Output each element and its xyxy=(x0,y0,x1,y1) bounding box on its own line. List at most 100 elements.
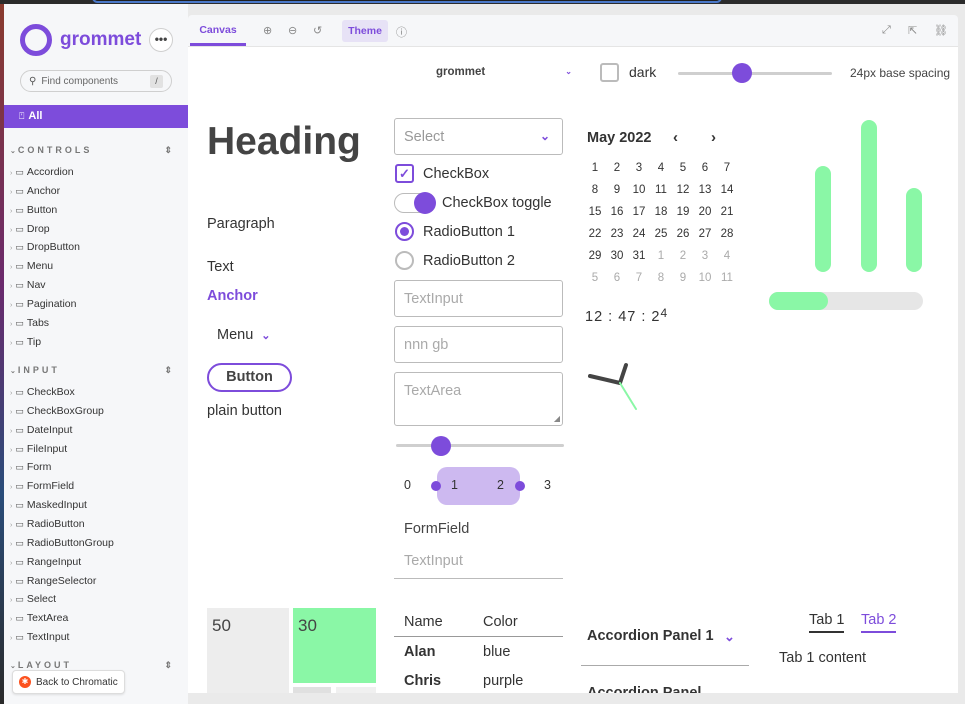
calendar-day[interactable]: 5 xyxy=(672,160,694,176)
copy-link-icon[interactable]: ⛓ xyxy=(934,24,948,37)
expand-collapse-icon[interactable]: ⇕ xyxy=(164,365,172,376)
calendar-day[interactable]: 14 xyxy=(716,182,738,198)
text-input[interactable]: TextInput xyxy=(394,280,563,317)
calendar-day[interactable]: 11 xyxy=(716,270,738,286)
expand-collapse-icon[interactable]: ⇕ xyxy=(164,145,172,156)
sidebar-item[interactable]: › ▭ CheckBox xyxy=(10,386,75,398)
formfield-input[interactable]: TextInput xyxy=(404,553,463,569)
calendar-day[interactable]: 30 xyxy=(606,248,628,264)
calendar-day[interactable]: 8 xyxy=(650,270,672,286)
zoom-in-icon[interactable]: ⊕ xyxy=(263,24,272,37)
sidebar-item[interactable]: › ▭ DateInput xyxy=(10,424,72,436)
sidebar-item[interactable]: › ▭ Menu xyxy=(10,260,53,272)
sidebar-item[interactable]: › ▭ Select xyxy=(10,593,56,605)
tab-2[interactable]: Tab 2 xyxy=(861,612,897,633)
sidebar-item[interactable]: › ▭ Nav xyxy=(10,279,46,291)
sample-button[interactable]: Button xyxy=(207,363,292,392)
calendar-day[interactable]: 10 xyxy=(694,270,716,286)
calendar-day[interactable]: 7 xyxy=(628,270,650,286)
range-selector-high-handle[interactable] xyxy=(515,481,525,491)
calendar-day[interactable]: 9 xyxy=(606,182,628,198)
tab-1[interactable]: Tab 1 xyxy=(809,612,845,633)
sidebar-item[interactable]: › ▭ Anchor xyxy=(10,185,60,197)
calendar-day[interactable]: 8 xyxy=(584,182,606,198)
calendar-day[interactable]: 19 xyxy=(672,204,694,220)
sidebar-item[interactable]: › ▭ FileInput xyxy=(10,443,67,455)
calendar-day[interactable]: 13 xyxy=(694,182,716,198)
sidebar-item[interactable]: › ▭ RangeInput xyxy=(10,556,81,568)
calendar-day[interactable]: 2 xyxy=(606,160,628,176)
zoom-reset-icon[interactable]: ↺ xyxy=(313,24,322,37)
theme-button[interactable]: Theme xyxy=(342,20,388,42)
back-to-chromatic-button[interactable]: ✱ Back to Chromatic xyxy=(12,670,125,694)
accordion-panel-2-header[interactable]: Accordion Panel xyxy=(587,685,701,693)
calendar-day[interactable]: 27 xyxy=(694,226,716,242)
sidebar-item[interactable]: › ▭ Accordion xyxy=(10,166,74,178)
calendar-day[interactable]: 3 xyxy=(694,248,716,264)
masked-input[interactable]: nnn gb xyxy=(394,326,563,363)
calendar-day[interactable]: 6 xyxy=(694,160,716,176)
checkbox[interactable]: ✓ xyxy=(395,164,414,183)
calendar-day[interactable]: 10 xyxy=(628,182,650,198)
anchor-link[interactable]: Anchor xyxy=(207,288,258,304)
sidebar-group-header[interactable]: ⌄ CONTROLS ⇕ xyxy=(10,145,180,155)
sidebar-item-all[interactable]: ⍞ All xyxy=(4,105,188,128)
calendar-next-icon[interactable]: › xyxy=(711,129,716,146)
toggle-knob[interactable] xyxy=(414,192,436,214)
calendar-day[interactable]: 1 xyxy=(584,160,606,176)
calendar-day[interactable]: 2 xyxy=(672,248,694,264)
resize-handle-icon[interactable]: ◢ xyxy=(554,414,560,423)
sidebar-group-header[interactable]: ⌄ LAYOUT ⇕ xyxy=(10,660,180,670)
calendar-day[interactable]: 4 xyxy=(650,160,672,176)
calendar-day[interactable]: 20 xyxy=(694,204,716,220)
calendar-day[interactable]: 15 xyxy=(584,204,606,220)
tab-canvas[interactable]: Canvas xyxy=(190,15,246,46)
range-selector-low-handle[interactable] xyxy=(431,481,441,491)
sidebar-item[interactable]: › ▭ RadioButtonGroup xyxy=(10,537,114,549)
sidebar-item[interactable]: › ▭ Pagination xyxy=(10,298,76,310)
accessibility-icon[interactable]: ⓘ xyxy=(396,24,407,40)
range-selector-selection[interactable] xyxy=(437,467,520,505)
more-options-button[interactable]: ••• xyxy=(149,28,173,52)
calendar-day[interactable]: 24 xyxy=(628,226,650,242)
sidebar-item[interactable]: › ▭ Form xyxy=(10,461,51,473)
calendar-prev-icon[interactable]: ‹ xyxy=(673,129,678,146)
dark-checkbox[interactable] xyxy=(600,63,619,82)
calendar-day[interactable]: 28 xyxy=(716,226,738,242)
calendar-day[interactable]: 12 xyxy=(672,182,694,198)
sidebar-item[interactable]: › ▭ RangeSelector xyxy=(10,575,96,587)
sidebar-item[interactable]: › ▭ DropButton xyxy=(10,241,80,253)
sidebar-item[interactable]: › ▭ Tip xyxy=(10,336,41,348)
calendar-day[interactable]: 17 xyxy=(628,204,650,220)
plain-button[interactable]: plain button xyxy=(207,403,282,419)
calendar-day[interactable]: 25 xyxy=(650,226,672,242)
sidebar-item[interactable]: › ▭ FormField xyxy=(10,480,74,492)
sidebar-item[interactable]: › ▭ TextInput xyxy=(10,631,69,643)
calendar-day[interactable]: 22 xyxy=(584,226,606,242)
fullscreen-icon[interactable]: ⤢ xyxy=(882,24,891,37)
address-bar[interactable] xyxy=(92,0,722,3)
calendar-day[interactable]: 26 xyxy=(672,226,694,242)
textarea[interactable]: TextArea ◢ xyxy=(394,372,563,426)
expand-collapse-icon[interactable]: ⇕ xyxy=(164,660,172,671)
calendar-day[interactable]: 7 xyxy=(716,160,738,176)
calendar-day[interactable]: 16 xyxy=(606,204,628,220)
sidebar-item[interactable]: › ▭ MaskedInput xyxy=(10,499,87,511)
calendar-day[interactable]: 11 xyxy=(650,182,672,198)
range-input-thumb[interactable] xyxy=(431,436,451,456)
calendar-day[interactable]: 9 xyxy=(672,270,694,286)
open-new-tab-icon[interactable]: ⇱ xyxy=(908,24,917,37)
calendar-day[interactable]: 23 xyxy=(606,226,628,242)
calendar-day[interactable]: 3 xyxy=(628,160,650,176)
radio-button-1[interactable] xyxy=(395,222,414,241)
spacing-slider[interactable] xyxy=(678,72,832,75)
sidebar-item[interactable]: › ▭ Tabs xyxy=(10,317,49,329)
theme-select[interactable]: grommet ⌄ xyxy=(436,66,572,78)
zoom-out-icon[interactable]: ⊖ xyxy=(288,24,297,37)
calendar-day[interactable]: 4 xyxy=(716,248,738,264)
sidebar-item[interactable]: › ▭ RadioButton xyxy=(10,518,85,530)
sidebar-item[interactable]: › ▭ CheckBoxGroup xyxy=(10,405,104,417)
sidebar-item[interactable]: › ▭ TextArea xyxy=(10,612,68,624)
sidebar-item[interactable]: › ▭ Drop xyxy=(10,223,50,235)
accordion-panel-1-header[interactable]: Accordion Panel 1 xyxy=(587,628,714,644)
